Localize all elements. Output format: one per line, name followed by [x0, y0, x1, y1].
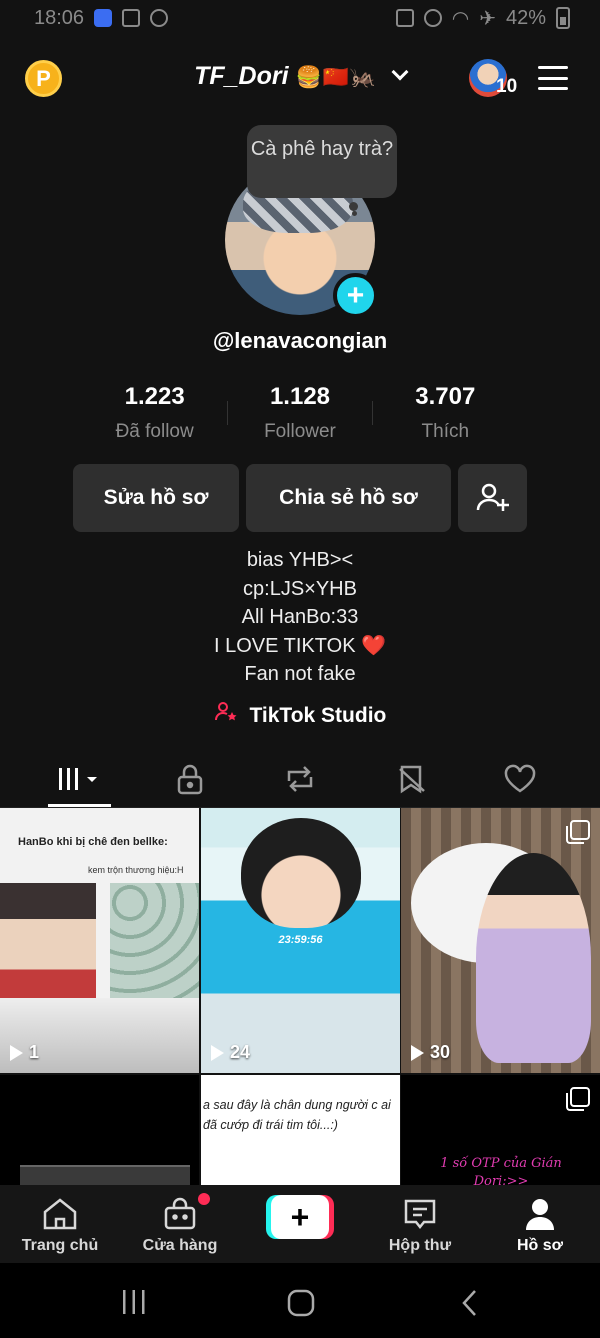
add-friend-icon — [476, 483, 509, 511]
repost-icon — [287, 766, 313, 792]
recent-apps-icon[interactable] — [120, 1290, 148, 1314]
stat-likes[interactable]: 3.707 Thích — [373, 383, 518, 443]
thumbnail-text: 23:59:56 — [278, 934, 323, 946]
bio-line: cp:LJS×YHB — [243, 577, 357, 600]
nav-label: Cửa hàng — [142, 1237, 218, 1254]
bio-line: All HanBo:33 — [241, 606, 359, 628]
avatar-count: 10 — [496, 76, 518, 97]
shop-icon — [164, 1197, 196, 1230]
stat-value: 1.128 — [269, 383, 331, 410]
view-count: 1 — [10, 1042, 39, 1063]
tab-active-indicator — [48, 804, 111, 807]
nav-shop[interactable]: Cửa hàng — [120, 1185, 240, 1263]
status-bubble-text: Cà phê hay trà? — [250, 138, 394, 160]
bubble-tail — [349, 202, 358, 211]
menu-icon[interactable] — [538, 66, 568, 90]
tab-liked[interactable] — [460, 750, 580, 808]
stat-value: 3.707 — [415, 383, 476, 410]
stat-value: 1.223 — [124, 383, 185, 410]
plus-icon: + — [271, 1195, 329, 1239]
thumbnail-text: HanBo khi bị chê đen bellke: — [18, 836, 168, 848]
share-profile-button[interactable]: Chia sẻ hồ sơ — [246, 464, 451, 532]
profile-tabs — [0, 750, 600, 808]
home-icon — [43, 1198, 77, 1230]
bookmark-hidden-icon — [399, 765, 425, 794]
play-icon — [211, 1044, 224, 1061]
chevron-down-icon — [391, 63, 409, 81]
play-icon — [411, 1044, 424, 1061]
stat-following[interactable]: 1.223 Đã follow — [82, 383, 227, 443]
stat-label: Thích — [421, 421, 470, 442]
tab-reposts[interactable] — [240, 750, 360, 808]
view-count: 30 — [411, 1042, 450, 1063]
nav-profile[interactable]: Hồ sơ — [480, 1185, 600, 1263]
profile-stats: 1.223 Đã follow 1.128 Follower 3.707 Thí… — [82, 383, 518, 443]
shop-notification-dot — [198, 1193, 210, 1205]
system-navigation-bar — [0, 1263, 600, 1338]
app-notification-icon — [94, 9, 113, 27]
stat-divider — [227, 401, 228, 425]
nav-label: Trang chủ — [21, 1237, 99, 1254]
battery-icon — [556, 7, 570, 29]
studio-label: TikTok Studio — [249, 704, 387, 727]
grid-icon — [59, 768, 97, 790]
bottom-nav: Trang chủ Cửa hàng + Hộp thư Hồ sơ — [0, 1185, 600, 1263]
stat-followers[interactable]: 1.128 Follower — [227, 383, 372, 443]
view-count: 24 — [211, 1042, 250, 1063]
profile-bio: bias YHB>< cp:LJS×YHB All HanBo:33 I LOV… — [0, 546, 600, 689]
heart-icon — [504, 764, 536, 793]
video-thumbnail[interactable]: HanBo khi bị chê đen bellke: kem trộn th… — [0, 808, 199, 1073]
inbox-icon — [404, 1199, 436, 1230]
nav-label: Hộp thư — [388, 1237, 452, 1254]
status-time: 18:06 — [34, 6, 85, 29]
bio-line: bias YHB>< — [246, 549, 354, 571]
tab-videos[interactable] — [20, 750, 140, 808]
profile-header: P TF_Dori 🍔🇨🇳🦗 10 — [0, 50, 600, 106]
alarm-icon — [395, 9, 414, 27]
mute-icon — [423, 9, 442, 27]
username-emoji: 🍔🇨🇳🦗 — [295, 66, 377, 89]
studio-icon — [214, 700, 238, 728]
thumbnail-text: kem trộn thương hiệu:H — [88, 865, 184, 875]
stat-divider — [372, 401, 373, 425]
tiktok-studio-link[interactable]: TikTok Studio — [0, 700, 600, 728]
stat-label: Follower — [264, 421, 336, 442]
tab-collections[interactable] — [352, 750, 472, 808]
bio-line: I LOVE TIKTOK ❤️ — [214, 634, 386, 657]
video-thumbnail[interactable]: 23:59:56 24 — [201, 808, 400, 1073]
play-icon — [10, 1044, 23, 1061]
nav-label: Hồ sơ — [516, 1237, 564, 1254]
video-thumbnail[interactable]: 30 — [401, 808, 600, 1073]
battery-text: 42% — [505, 6, 546, 29]
create-button[interactable]: + — [266, 1195, 334, 1239]
wifi-icon: ◠ — [451, 7, 470, 30]
back-icon[interactable] — [460, 1289, 480, 1317]
multi-photo-icon — [566, 820, 590, 844]
stat-label: Đã follow — [115, 421, 194, 442]
bubble-tail-small — [352, 211, 357, 216]
misc-notification-icon — [150, 9, 169, 27]
lock-icon — [177, 764, 203, 795]
multi-photo-icon — [566, 1087, 590, 1111]
profile-handle: @lenavacongian — [212, 328, 388, 353]
add-story-button[interactable]: + — [333, 273, 378, 318]
home-button-icon[interactable] — [287, 1289, 315, 1317]
edit-profile-button[interactable]: Sửa hồ sơ — [73, 464, 239, 532]
username: TF_Dori — [194, 62, 289, 90]
status-bar: 18:06 ◠ ✈ 42% — [0, 0, 600, 36]
tab-private[interactable] — [130, 750, 250, 808]
add-friend-button[interactable] — [458, 464, 527, 532]
profile-icon — [526, 1199, 554, 1230]
thumbnail-text: a sau đây là chân dung người c ai đã cướ… — [203, 1098, 391, 1132]
screenshot-notification-icon — [122, 9, 141, 27]
nav-inbox[interactable]: Hộp thư — [360, 1185, 480, 1263]
status-bubble[interactable]: Cà phê hay trà? — [247, 125, 397, 198]
airplane-icon: ✈ — [479, 7, 496, 30]
bio-line: Fan not fake — [244, 663, 356, 685]
nav-home[interactable]: Trang chủ — [0, 1185, 120, 1263]
